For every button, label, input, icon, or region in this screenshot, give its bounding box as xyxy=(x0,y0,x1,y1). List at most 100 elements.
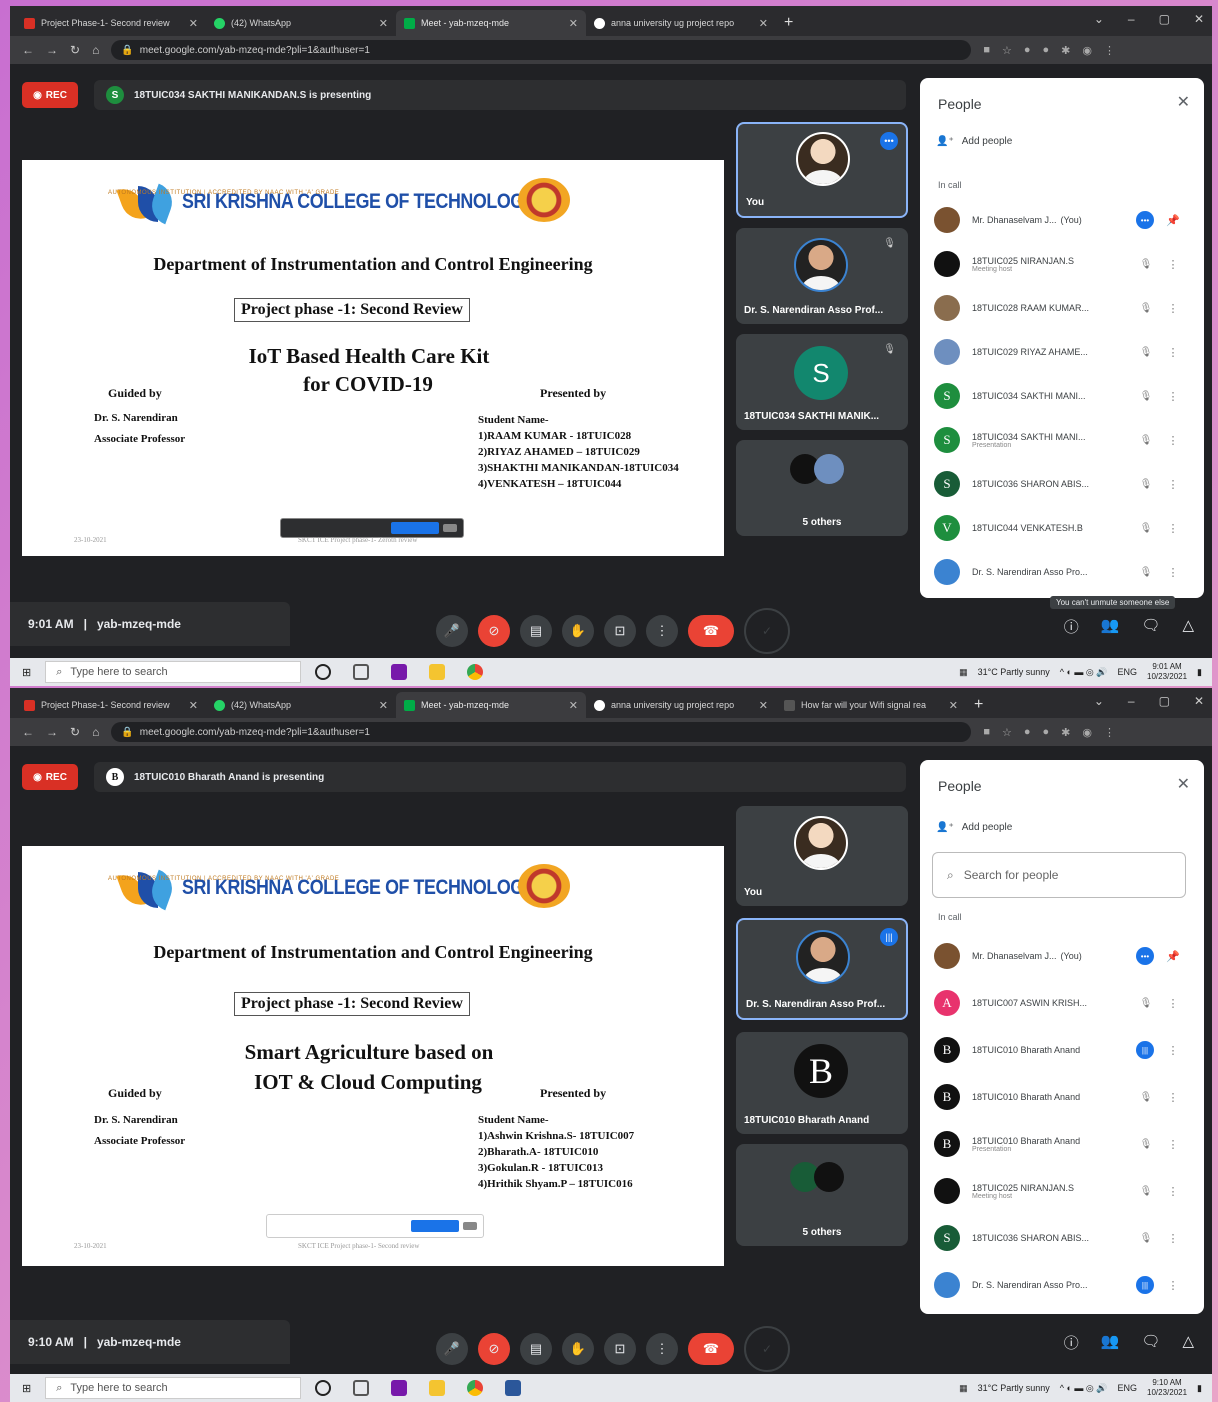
cortana-icon[interactable] xyxy=(315,1380,332,1396)
tab-search-icon[interactable]: ⌄ xyxy=(1094,694,1104,708)
mic-muted-icon[interactable]: 🎙 xyxy=(1138,1092,1154,1103)
close-window-icon[interactable]: ✕ xyxy=(1194,694,1204,708)
browser-tab-active[interactable]: Meet - yab-mzeq-mde ✕ xyxy=(396,10,586,36)
browser-tab[interactable]: anna university ug project repo ✕ xyxy=(586,10,776,36)
close-window-icon[interactable]: ✕ xyxy=(1194,12,1204,26)
raise-hand-button[interactable]: ✋ xyxy=(562,615,594,647)
mic-muted-icon[interactable]: 🎙 xyxy=(1138,523,1154,534)
captions-button[interactable]: ▤ xyxy=(520,615,552,647)
participant-row[interactable]: 18TUIC029 RIYAZ AHAME... 🎙 ⋮ xyxy=(934,332,1180,372)
mic-button[interactable]: 🎤 xyxy=(436,1333,468,1365)
more-options-icon[interactable]: ••• xyxy=(880,132,898,150)
extension-icon[interactable]: ● xyxy=(1043,44,1050,57)
close-icon[interactable]: ✕ xyxy=(759,699,768,712)
more-icon[interactable]: ⋮ xyxy=(1166,1185,1180,1198)
star-icon[interactable]: ☆ xyxy=(1002,726,1012,739)
raise-hand-button[interactable]: ✋ xyxy=(562,1333,594,1365)
activities-icon[interactable]: △ xyxy=(1182,616,1194,637)
maximize-icon[interactable]: ▢ xyxy=(1159,12,1170,26)
participant-row[interactable]: Mr. Dhanaselvam J... (You) ••• 📌 xyxy=(934,936,1180,976)
home-icon[interactable]: ⌂ xyxy=(92,43,99,57)
more-icon[interactable]: ⋮ xyxy=(1166,522,1180,535)
new-tab-button[interactable]: + xyxy=(966,696,991,718)
star-icon[interactable]: ☆ xyxy=(1002,44,1012,57)
participant-tile-others[interactable]: 5 others xyxy=(736,1144,908,1246)
participant-tile[interactable]: S 🎙 18TUIC034 SAKTHI MANIK... xyxy=(736,334,908,430)
puzzle-icon[interactable]: ✱ xyxy=(1061,726,1070,739)
extension-icon[interactable]: ● xyxy=(1024,44,1031,57)
participant-tile[interactable]: B 18TUIC010 Bharath Anand xyxy=(736,1032,908,1134)
home-icon[interactable]: ⌂ xyxy=(92,725,99,739)
participant-tile-you[interactable]: You xyxy=(736,806,908,906)
more-icon[interactable]: ⋮ xyxy=(1166,1138,1180,1151)
pin-icon[interactable]: 📌 xyxy=(1166,214,1180,227)
minimize-icon[interactable]: – xyxy=(1128,12,1135,26)
participant-row[interactable]: 18TUIC025 NIRANJAN.S Meeting host 🎙 ⋮ xyxy=(934,244,1180,284)
participant-row[interactable]: Mr. Dhanaselvam J... (You) ••• 📌 xyxy=(934,200,1180,240)
menu-icon[interactable]: ⋮ xyxy=(1104,726,1115,739)
participant-row[interactable]: B 18TUIC010 Bharath Anand Presentation 🎙 ⋮ xyxy=(934,1124,1180,1164)
browser-tab[interactable]: Project Phase-1- Second review ✕ xyxy=(16,10,206,36)
reload-icon[interactable]: ↻ xyxy=(70,725,80,739)
leave-call-button[interactable]: ☎ xyxy=(688,615,734,647)
people-icon[interactable]: 👥 xyxy=(1101,616,1120,637)
extension-icon[interactable]: ● xyxy=(1024,726,1031,739)
search-people-input[interactable]: ⌕ Search for people xyxy=(932,852,1186,898)
onenote-icon[interactable] xyxy=(391,1380,408,1396)
browser-tab[interactable]: anna university ug project repo ✕ xyxy=(586,692,776,718)
close-icon[interactable]: ✕ xyxy=(189,699,198,712)
info-icon[interactable]: ⓘ xyxy=(1064,616,1079,637)
browser-tab[interactable]: (42) WhatsApp ✕ xyxy=(206,10,396,36)
stop-sharing-button[interactable] xyxy=(411,1220,459,1232)
more-icon[interactable]: ⋮ xyxy=(1166,346,1180,359)
participant-row[interactable]: S 18TUIC036 SHARON ABIS... 🎙 ⋮ xyxy=(934,464,1180,504)
participant-row[interactable]: V 18TUIC044 VENKATESH.B 🎙 ⋮ xyxy=(934,508,1180,548)
hide-button[interactable] xyxy=(463,1222,477,1230)
close-icon[interactable]: ✕ xyxy=(189,17,198,30)
browser-tab-active[interactable]: Meet - yab-mzeq-mde ✕ xyxy=(396,692,586,718)
mic-muted-icon[interactable]: 🎙 xyxy=(1138,567,1154,578)
camera-icon[interactable]: ■ xyxy=(983,44,990,57)
task-view-icon[interactable] xyxy=(353,1380,370,1396)
more-icon[interactable]: ⋮ xyxy=(1166,478,1180,491)
close-icon[interactable]: ✕ xyxy=(569,699,578,712)
participant-row[interactable]: S 18TUIC034 SAKTHI MANI... 🎙 ⋮ xyxy=(934,376,1180,416)
forward-icon[interactable]: → xyxy=(46,43,58,57)
mic-muted-icon[interactable]: 🎙 xyxy=(1138,391,1154,402)
clock[interactable]: 9:01 AM 10/23/2021 xyxy=(1147,662,1187,682)
word-icon[interactable] xyxy=(505,1380,522,1396)
more-icon[interactable]: ⋮ xyxy=(1166,1232,1180,1245)
chrome-icon[interactable] xyxy=(467,664,484,680)
participant-row[interactable]: 18TUIC025 NIRANJAN.S Meeting host 🎙 ⋮ xyxy=(934,1171,1180,1211)
more-options-icon[interactable]: ••• xyxy=(1136,947,1154,965)
close-icon[interactable]: ✕ xyxy=(1177,92,1190,112)
more-icon[interactable]: ⋮ xyxy=(1166,258,1180,271)
leave-call-button[interactable]: ☎ xyxy=(688,1333,734,1365)
participant-tile-others[interactable]: 5 others xyxy=(736,440,908,536)
maximize-icon[interactable]: ▢ xyxy=(1159,694,1170,708)
more-options-button[interactable]: ⋮ xyxy=(646,615,678,647)
more-icon[interactable]: ⋮ xyxy=(1166,1091,1180,1104)
add-people-button[interactable]: 👤⁺ Add people xyxy=(936,822,1012,833)
present-button[interactable]: ⊡ xyxy=(604,1333,636,1365)
captions-button[interactable]: ▤ xyxy=(520,1333,552,1365)
mic-muted-icon[interactable]: 🎙 xyxy=(1138,303,1154,314)
profile-icon[interactable]: ◉ xyxy=(1082,726,1092,739)
notification-icon[interactable]: ▮ xyxy=(1197,667,1202,678)
mic-muted-icon[interactable]: 🎙 xyxy=(1138,1186,1154,1197)
close-icon[interactable]: ✕ xyxy=(1177,774,1190,794)
extension-icon[interactable]: ● xyxy=(1043,726,1050,739)
more-icon[interactable]: ⋮ xyxy=(1166,434,1180,447)
more-options-button[interactable]: ⋮ xyxy=(646,1333,678,1365)
mic-muted-icon[interactable]: 🎙 xyxy=(1138,347,1154,358)
back-icon[interactable]: ← xyxy=(22,43,34,57)
hide-button[interactable] xyxy=(443,524,457,532)
minimize-icon[interactable]: – xyxy=(1128,694,1135,708)
url-field[interactable]: 🔒 meet.google.com/yab-mzeq-mde?pli=1&auth… xyxy=(111,722,972,742)
add-people-button[interactable]: 👤⁺ Add people xyxy=(936,136,1012,147)
mic-muted-icon[interactable]: 🎙 xyxy=(1138,435,1154,446)
camera-off-button[interactable]: ⊘ xyxy=(478,615,510,647)
tab-search-icon[interactable]: ⌄ xyxy=(1094,12,1104,26)
menu-icon[interactable]: ⋮ xyxy=(1104,44,1115,57)
mic-muted-icon[interactable]: 🎙 xyxy=(1138,1139,1154,1150)
